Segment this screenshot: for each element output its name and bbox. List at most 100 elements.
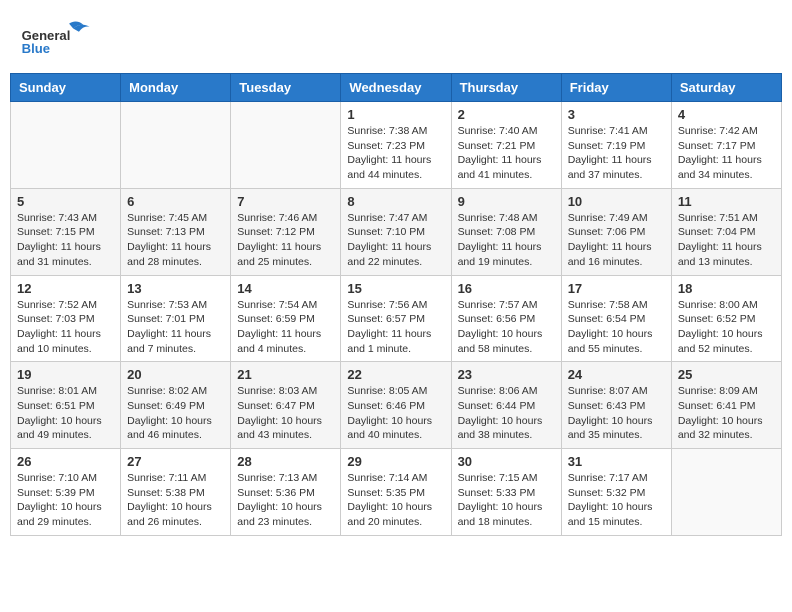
day-number: 23 [458, 367, 555, 382]
day-number: 20 [127, 367, 224, 382]
day-number: 21 [237, 367, 334, 382]
day-info: Sunrise: 7:41 AM Sunset: 7:19 PM Dayligh… [568, 124, 665, 183]
day-number: 18 [678, 281, 775, 296]
day-info: Sunrise: 7:58 AM Sunset: 6:54 PM Dayligh… [568, 298, 665, 357]
day-info: Sunrise: 7:17 AM Sunset: 5:32 PM Dayligh… [568, 471, 665, 530]
calendar-cell: 22 Sunrise: 8:05 AM Sunset: 6:46 PM Dayli… [341, 362, 451, 449]
calendar-cell: 21 Sunrise: 8:03 AM Sunset: 6:47 PM Dayli… [231, 362, 341, 449]
day-number: 14 [237, 281, 334, 296]
calendar-cell [231, 102, 341, 189]
calendar-cell [671, 449, 781, 536]
day-number: 5 [17, 194, 114, 209]
day-number: 22 [347, 367, 444, 382]
weekday-header-saturday: Saturday [671, 74, 781, 102]
day-info: Sunrise: 7:46 AM Sunset: 7:12 PM Dayligh… [237, 211, 334, 270]
day-number: 3 [568, 107, 665, 122]
calendar-week-3: 12 Sunrise: 7:52 AM Sunset: 7:03 PM Dayli… [11, 275, 782, 362]
day-number: 12 [17, 281, 114, 296]
day-number: 17 [568, 281, 665, 296]
calendar-cell: 6Sunrise: 7:45 AM Sunset: 7:13 PM Daylig… [121, 188, 231, 275]
day-info: Sunrise: 7:15 AM Sunset: 5:33 PM Dayligh… [458, 471, 555, 530]
day-number: 30 [458, 454, 555, 469]
day-info: Sunrise: 8:09 AM Sunset: 6:41 PM Dayligh… [678, 384, 775, 443]
day-info: Sunrise: 8:00 AM Sunset: 6:52 PM Dayligh… [678, 298, 775, 357]
calendar-cell [11, 102, 121, 189]
day-info: Sunrise: 7:57 AM Sunset: 6:56 PM Dayligh… [458, 298, 555, 357]
calendar-cell: 15Sunrise: 7:56 AM Sunset: 6:57 PM Dayli… [341, 275, 451, 362]
weekday-header-monday: Monday [121, 74, 231, 102]
calendar-cell: 27 Sunrise: 7:11 AM Sunset: 5:38 PM Dayli… [121, 449, 231, 536]
day-number: 8 [347, 194, 444, 209]
calendar-cell: 14Sunrise: 7:54 AM Sunset: 6:59 PM Dayli… [231, 275, 341, 362]
day-info: Sunrise: 8:01 AM Sunset: 6:51 PM Dayligh… [17, 384, 114, 443]
calendar-cell: 25 Sunrise: 8:09 AM Sunset: 6:41 PM Dayli… [671, 362, 781, 449]
calendar-cell: 17 Sunrise: 7:58 AM Sunset: 6:54 PM Dayli… [561, 275, 671, 362]
day-number: 24 [568, 367, 665, 382]
day-number: 4 [678, 107, 775, 122]
weekday-header-sunday: Sunday [11, 74, 121, 102]
day-number: 25 [678, 367, 775, 382]
page-header: General Blue [10, 10, 782, 65]
day-number: 2 [458, 107, 555, 122]
day-info: Sunrise: 7:47 AM Sunset: 7:10 PM Dayligh… [347, 211, 444, 270]
day-number: 27 [127, 454, 224, 469]
calendar-table: SundayMondayTuesdayWednesdayThursdayFrid… [10, 73, 782, 536]
day-info: Sunrise: 7:40 AM Sunset: 7:21 PM Dayligh… [458, 124, 555, 183]
calendar-cell: 8 Sunrise: 7:47 AM Sunset: 7:10 PM Daylig… [341, 188, 451, 275]
calendar-cell: 30 Sunrise: 7:15 AM Sunset: 5:33 PM Dayli… [451, 449, 561, 536]
day-number: 6 [127, 194, 224, 209]
weekday-header-wednesday: Wednesday [341, 74, 451, 102]
day-info: Sunrise: 8:05 AM Sunset: 6:46 PM Dayligh… [347, 384, 444, 443]
calendar-week-2: 5 Sunrise: 7:43 AM Sunset: 7:15 PM Daylig… [11, 188, 782, 275]
day-number: 19 [17, 367, 114, 382]
day-info: Sunrise: 7:14 AM Sunset: 5:35 PM Dayligh… [347, 471, 444, 530]
calendar-cell: 7Sunrise: 7:46 AM Sunset: 7:12 PM Daylig… [231, 188, 341, 275]
day-info: Sunrise: 7:13 AM Sunset: 5:36 PM Dayligh… [237, 471, 334, 530]
day-number: 1 [347, 107, 444, 122]
day-number: 31 [568, 454, 665, 469]
day-info: Sunrise: 7:49 AM Sunset: 7:06 PM Dayligh… [568, 211, 665, 270]
calendar-cell: 4 Sunrise: 7:42 AM Sunset: 7:17 PM Daylig… [671, 102, 781, 189]
calendar-cell: 11Sunrise: 7:51 AM Sunset: 7:04 PM Dayli… [671, 188, 781, 275]
day-number: 29 [347, 454, 444, 469]
day-number: 28 [237, 454, 334, 469]
day-info: Sunrise: 7:43 AM Sunset: 7:15 PM Dayligh… [17, 211, 114, 270]
svg-text:Blue: Blue [22, 41, 50, 56]
day-info: Sunrise: 7:52 AM Sunset: 7:03 PM Dayligh… [17, 298, 114, 357]
calendar-cell: 2 Sunrise: 7:40 AM Sunset: 7:21 PM Daylig… [451, 102, 561, 189]
weekday-header-friday: Friday [561, 74, 671, 102]
calendar-week-4: 19 Sunrise: 8:01 AM Sunset: 6:51 PM Dayli… [11, 362, 782, 449]
day-number: 10 [568, 194, 665, 209]
calendar-cell: 1Sunrise: 7:38 AM Sunset: 7:23 PM Daylig… [341, 102, 451, 189]
calendar-cell: 23 Sunrise: 8:06 AM Sunset: 6:44 PM Dayli… [451, 362, 561, 449]
logo-svg: General Blue [20, 15, 110, 60]
calendar-cell: 19 Sunrise: 8:01 AM Sunset: 6:51 PM Dayli… [11, 362, 121, 449]
day-number: 9 [458, 194, 555, 209]
day-info: Sunrise: 8:07 AM Sunset: 6:43 PM Dayligh… [568, 384, 665, 443]
day-info: Sunrise: 7:10 AM Sunset: 5:39 PM Dayligh… [17, 471, 114, 530]
day-info: Sunrise: 7:11 AM Sunset: 5:38 PM Dayligh… [127, 471, 224, 530]
calendar-cell: 29 Sunrise: 7:14 AM Sunset: 5:35 PM Dayli… [341, 449, 451, 536]
calendar-cell: 26 Sunrise: 7:10 AM Sunset: 5:39 PM Dayli… [11, 449, 121, 536]
calendar-cell: 16 Sunrise: 7:57 AM Sunset: 6:56 PM Dayli… [451, 275, 561, 362]
day-info: Sunrise: 7:48 AM Sunset: 7:08 PM Dayligh… [458, 211, 555, 270]
calendar-cell: 24 Sunrise: 8:07 AM Sunset: 6:43 PM Dayli… [561, 362, 671, 449]
day-info: Sunrise: 8:02 AM Sunset: 6:49 PM Dayligh… [127, 384, 224, 443]
calendar-cell [121, 102, 231, 189]
calendar-cell: 18 Sunrise: 8:00 AM Sunset: 6:52 PM Dayli… [671, 275, 781, 362]
day-info: Sunrise: 8:06 AM Sunset: 6:44 PM Dayligh… [458, 384, 555, 443]
calendar-cell: 28 Sunrise: 7:13 AM Sunset: 5:36 PM Dayli… [231, 449, 341, 536]
day-info: Sunrise: 7:51 AM Sunset: 7:04 PM Dayligh… [678, 211, 775, 270]
calendar-week-5: 26 Sunrise: 7:10 AM Sunset: 5:39 PM Dayli… [11, 449, 782, 536]
weekday-header-tuesday: Tuesday [231, 74, 341, 102]
day-info: Sunrise: 8:03 AM Sunset: 6:47 PM Dayligh… [237, 384, 334, 443]
day-number: 15 [347, 281, 444, 296]
calendar-cell: 31 Sunrise: 7:17 AM Sunset: 5:32 PM Dayli… [561, 449, 671, 536]
day-number: 16 [458, 281, 555, 296]
calendar-cell: 20 Sunrise: 8:02 AM Sunset: 6:49 PM Dayli… [121, 362, 231, 449]
calendar-cell: 5 Sunrise: 7:43 AM Sunset: 7:15 PM Daylig… [11, 188, 121, 275]
day-info: Sunrise: 7:42 AM Sunset: 7:17 PM Dayligh… [678, 124, 775, 183]
calendar-week-1: 1Sunrise: 7:38 AM Sunset: 7:23 PM Daylig… [11, 102, 782, 189]
calendar-cell: 12 Sunrise: 7:52 AM Sunset: 7:03 PM Dayli… [11, 275, 121, 362]
day-number: 26 [17, 454, 114, 469]
